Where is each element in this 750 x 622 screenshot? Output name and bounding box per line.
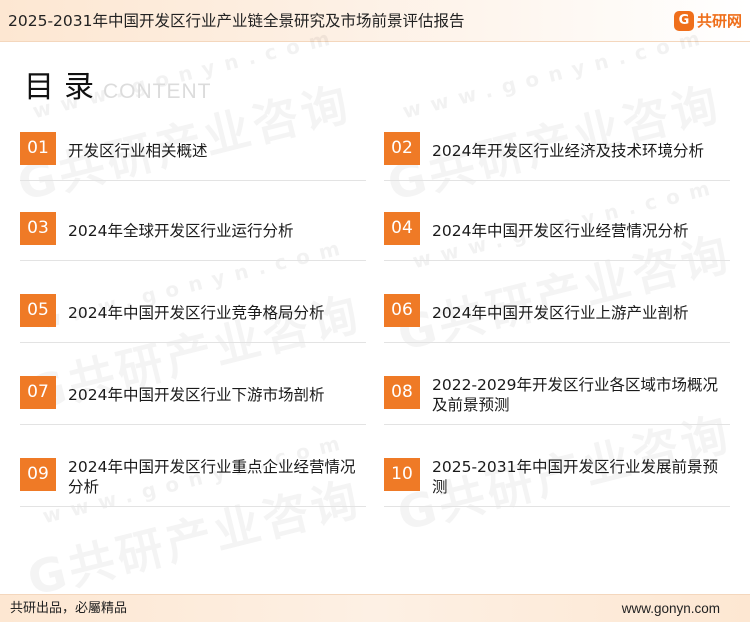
divider [384, 260, 730, 261]
toc-item-03[interactable]: 03 2024年全球开发区行业运行分析 [20, 201, 368, 263]
logo-text: 共研网 [696, 12, 742, 30]
item-label: 2024年中国开发区行业竞争格局分析 [68, 304, 325, 322]
divider [20, 424, 366, 425]
item-number: 03 [20, 212, 56, 245]
item-number: 09 [20, 458, 56, 491]
divider [384, 506, 730, 507]
footer-bar: 共研出品，必屬精品 www.gonyn.com [0, 594, 750, 622]
item-label: 2024年中国开发区行业下游市场剖析 [68, 386, 325, 404]
toc-item-05[interactable]: 05 2024年中国开发区行业竞争格局分析 [20, 283, 368, 345]
toc-item-01[interactable]: 01 开发区行业相关概述 [20, 121, 368, 183]
divider [20, 180, 366, 181]
divider [384, 424, 730, 425]
divider [20, 260, 366, 261]
divider [384, 180, 730, 181]
toc-item-09[interactable]: 09 2024年中国开发区行业重点企业经营情况分析 [20, 447, 368, 509]
toc-item-07[interactable]: 07 2024年中国开发区行业下游市场剖析 [20, 365, 368, 427]
item-number: 05 [20, 294, 56, 327]
divider [20, 506, 366, 507]
item-label: 2024年中国开发区行业上游产业剖析 [432, 304, 689, 322]
header-bar: 2025-2031年中国开发区行业产业链全景研究及市场前景评估报告 G 共研网 [0, 0, 750, 42]
toc-item-10[interactable]: 10 2025-2031年中国开发区行业发展前景预测 [384, 447, 732, 509]
item-number: 08 [384, 376, 420, 409]
divider [20, 342, 366, 343]
item-label: 2022-2029年开发区行业各区域市场概况及前景预测 [432, 376, 718, 414]
toc-item-08[interactable]: 08 2022-2029年开发区行业各区域市场概况及前景预测 [384, 365, 732, 427]
item-number: 10 [384, 458, 420, 491]
item-label: 2024年开发区行业经济及技术环境分析 [432, 142, 704, 160]
item-label: 2025-2031年中国开发区行业发展前景预测 [432, 458, 718, 496]
toc-item-04[interactable]: 04 2024年中国开发区行业经营情况分析 [384, 201, 732, 263]
brand-logo[interactable]: G 共研网 [673, 9, 742, 33]
toc-item-06[interactable]: 06 2024年中国开发区行业上游产业剖析 [384, 283, 732, 345]
toc-subheading: CONTENT [103, 80, 212, 103]
item-label: 2024年中国开发区行业重点企业经营情况分析 [68, 458, 356, 496]
footer-slogan: 共研出品，必屬精品 [10, 601, 128, 616]
divider [384, 342, 730, 343]
item-number: 06 [384, 294, 420, 327]
item-label: 开发区行业相关概述 [68, 142, 208, 160]
item-number: 07 [20, 376, 56, 409]
report-title: 2025-2031年中国开发区行业产业链全景研究及市场前景评估报告 [8, 12, 465, 30]
item-number: 01 [20, 132, 56, 165]
item-label: 2024年全球开发区行业运行分析 [68, 222, 294, 240]
logo-icon: G [673, 11, 694, 31]
item-number: 04 [384, 212, 420, 245]
footer-url-link[interactable]: www.gonyn.com [622, 601, 720, 617]
toc-heading: 目录 [24, 70, 104, 105]
item-label: 2024年中国开发区行业经营情况分析 [432, 222, 689, 240]
item-number: 02 [384, 132, 420, 165]
toc-item-02[interactable]: 02 2024年开发区行业经济及技术环境分析 [384, 121, 732, 183]
